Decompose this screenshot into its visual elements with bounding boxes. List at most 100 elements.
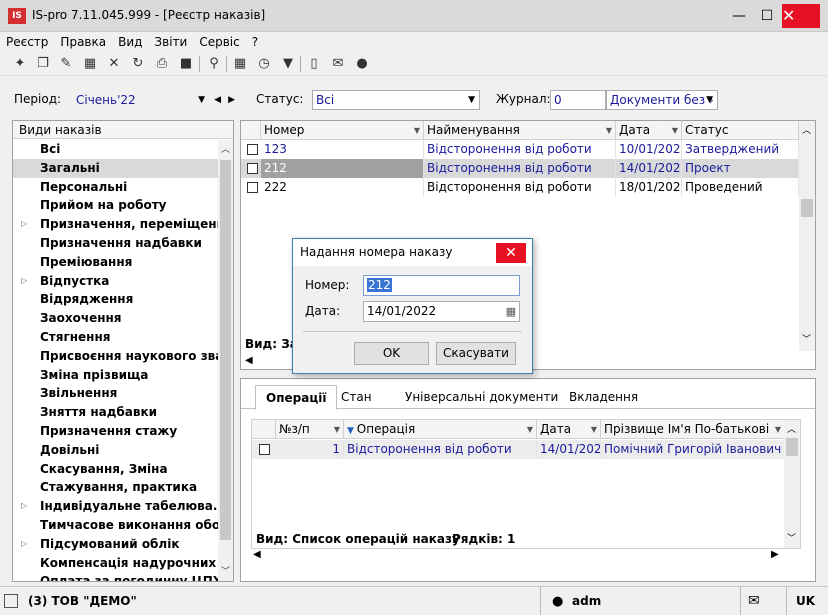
- calc-icon[interactable]: ▦: [230, 54, 250, 74]
- scroll-up-icon[interactable]: ︿: [787, 422, 796, 435]
- order-type-item[interactable]: Компенсація надурочних: [13, 554, 218, 573]
- table-row[interactable]: 222 Відсторонення від роботи 18/01/2022 …: [241, 178, 799, 197]
- status-select[interactable]: Всі ▼: [312, 90, 480, 110]
- menu-item-edit[interactable]: Правка: [54, 32, 112, 52]
- expand-icon[interactable]: ▷: [21, 535, 27, 554]
- order-type-item[interactable]: Персональні: [13, 178, 218, 197]
- tab-attachments[interactable]: Вкладення: [559, 385, 648, 409]
- expand-icon[interactable]: ▷: [21, 215, 27, 234]
- col-header-date[interactable]: Дата ▼: [537, 420, 601, 439]
- order-type-item[interactable]: Призначення надбавки: [13, 234, 218, 253]
- table-row[interactable]: 212 Відсторонення від роботи 14/01/2022 …: [241, 159, 799, 178]
- order-type-item[interactable]: Зняття надбавки: [13, 403, 218, 422]
- scroll-down-icon[interactable]: ﹀: [221, 564, 230, 577]
- scroll-left-icon[interactable]: ◀: [245, 355, 253, 366]
- menu-item-view[interactable]: Вид: [112, 32, 148, 52]
- language-label[interactable]: UK: [796, 587, 815, 615]
- calendar-icon[interactable]: ▦: [506, 302, 516, 321]
- scroll-up-icon[interactable]: ︿: [221, 142, 230, 155]
- order-type-item[interactable]: Прийом на роботу: [13, 196, 218, 215]
- menu-item-help[interactable]: ?: [246, 32, 264, 52]
- orders-vscrollbar[interactable]: ︿ ﹀: [799, 121, 815, 351]
- mail-icon[interactable]: ✉: [748, 587, 760, 615]
- order-type-item[interactable]: Заохочення: [13, 309, 218, 328]
- table-row[interactable]: 123 Відсторонення від роботи 10/01/2022 …: [241, 140, 799, 159]
- new-doc-icon[interactable]: ✎: [56, 54, 76, 74]
- scroll-left-icon[interactable]: ◀: [253, 549, 261, 560]
- doc-icon[interactable]: ▯: [304, 54, 324, 74]
- table-row[interactable]: 1 Відсторонення від роботи 14/01/2022 По…: [252, 440, 785, 459]
- journal-select[interactable]: Документи без › ▼: [606, 90, 718, 110]
- order-type-item[interactable]: Звільнення: [13, 384, 218, 403]
- row-checkbox[interactable]: [247, 182, 258, 193]
- col-header-status[interactable]: Статус: [682, 121, 799, 140]
- order-type-item[interactable]: Відрядження: [13, 290, 218, 309]
- order-type-item[interactable]: Всі: [13, 140, 218, 159]
- cancel-button[interactable]: Скасувати: [436, 342, 516, 365]
- dialog-close-button[interactable]: ✕: [496, 243, 526, 263]
- order-type-item[interactable]: Стягнення: [13, 328, 218, 347]
- search-icon[interactable]: ⚲: [204, 54, 224, 74]
- refresh-icon[interactable]: ↻: [128, 54, 148, 74]
- next-period-icon[interactable]: ▶: [228, 91, 235, 109]
- col-header-index[interactable]: №з/п ▼: [276, 420, 344, 439]
- order-type-item[interactable]: Тимчасове виконання обо...: [13, 516, 218, 535]
- print-preview-icon[interactable]: ■: [176, 54, 196, 74]
- row-checkbox[interactable]: [247, 163, 258, 174]
- scroll-down-icon[interactable]: ﹀: [787, 531, 796, 544]
- new-icon[interactable]: ✦: [10, 54, 30, 74]
- print-icon[interactable]: ⎙: [152, 54, 172, 74]
- col-header-date[interactable]: Дата ▼: [616, 121, 682, 140]
- row-checkbox[interactable]: [259, 444, 270, 455]
- expand-icon[interactable]: ▷: [21, 497, 27, 516]
- order-type-item[interactable]: Скасування, Зміна: [13, 460, 218, 479]
- row-checkbox[interactable]: [247, 144, 258, 155]
- timer-icon[interactable]: ◷: [254, 54, 274, 74]
- scroll-up-icon[interactable]: ︿: [802, 123, 811, 136]
- order-type-item[interactable]: Стажування, практика: [13, 478, 218, 497]
- order-type-item[interactable]: Зміна прізвища: [13, 366, 218, 385]
- tab-universal-docs[interactable]: Універсальні документи: [395, 385, 568, 409]
- menu-item-service[interactable]: Сервіс: [193, 32, 245, 52]
- journal-code-input[interactable]: 0: [550, 90, 606, 110]
- order-type-item[interactable]: ▷ Підсумований облік: [13, 535, 218, 554]
- col-header-number[interactable]: Номер ▼: [261, 121, 424, 140]
- mail-icon[interactable]: ✉: [328, 54, 348, 74]
- menu-item-registry[interactable]: Реєстр: [0, 32, 54, 52]
- order-type-item[interactable]: ▷ Призначення, переміщення: [13, 215, 218, 234]
- operations-vscrollbar[interactable]: ︿ ﹀: [784, 420, 800, 548]
- tab-operations[interactable]: Операції: [255, 385, 338, 410]
- col-header-operation[interactable]: ▼ Операція ▼: [344, 420, 537, 439]
- ok-button[interactable]: OK: [354, 342, 429, 365]
- order-type-item[interactable]: Присвоєння наукового зва...: [13, 347, 218, 366]
- order-types-scrollbar[interactable]: ︿ ﹀: [218, 140, 233, 581]
- scroll-right-icon[interactable]: ▶: [771, 549, 779, 560]
- scroll-down-icon[interactable]: ﹀: [802, 332, 811, 345]
- order-type-item[interactable]: ▷ Індивідуальне табелюва...: [13, 497, 218, 516]
- scrollbar-thumb[interactable]: [786, 438, 798, 456]
- order-type-item[interactable]: Оплата за погодинну ЦПХ: [13, 572, 218, 581]
- order-type-item[interactable]: ▷ Відпустка: [13, 272, 218, 291]
- col-header-person[interactable]: Прізвище Ім'я По-батькові ▼: [601, 420, 785, 439]
- order-type-item[interactable]: Загальні: [13, 158, 218, 178]
- col-header-name[interactable]: Найменування ▼: [424, 121, 616, 140]
- table-icon[interactable]: ▦: [80, 54, 100, 74]
- close-button[interactable]: ✕: [782, 4, 820, 28]
- tab-status[interactable]: Стан: [331, 385, 382, 409]
- date-field[interactable]: 14/01/2022 ▦: [363, 301, 520, 322]
- help-icon[interactable]: ●: [352, 54, 372, 74]
- scrollbar-thumb[interactable]: [220, 160, 231, 540]
- filter-icon[interactable]: ▼: [278, 54, 298, 74]
- order-type-item[interactable]: Довільні: [13, 441, 218, 460]
- scrollbar-thumb[interactable]: [801, 199, 813, 217]
- expand-icon[interactable]: ▷: [21, 272, 27, 291]
- menu-item-reports[interactable]: Звіти: [148, 32, 193, 52]
- prev-period-icon[interactable]: ◀: [214, 91, 221, 109]
- number-field[interactable]: 212: [363, 275, 520, 296]
- order-type-item[interactable]: Призначення стажу: [13, 422, 218, 441]
- delete-icon[interactable]: ✕: [104, 54, 124, 74]
- period-select[interactable]: Січень'22 ▼ ◀ ▶: [72, 90, 240, 110]
- order-type-item[interactable]: Преміювання: [13, 253, 218, 272]
- copy-icon[interactable]: ❐: [33, 54, 53, 74]
- maximize-button[interactable]: ☐: [750, 0, 784, 32]
